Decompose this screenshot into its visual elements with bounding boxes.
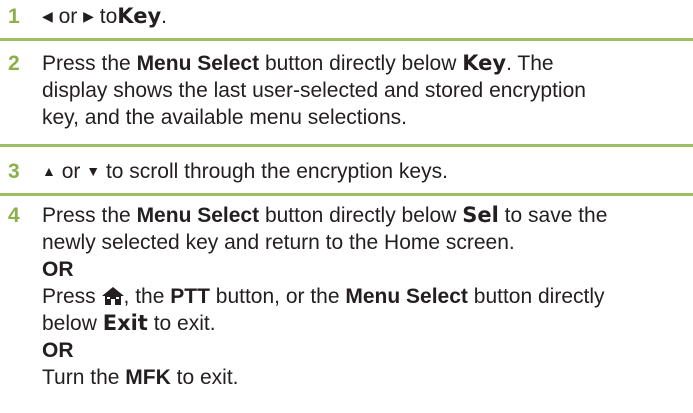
home-icon [101, 286, 124, 306]
display-text-sel: Sel [462, 203, 499, 227]
step-number: 2 [8, 52, 20, 75]
ptt-term: PTT [170, 285, 210, 308]
step-divider [0, 193, 693, 196]
down-arrow-icon: ▼ [86, 163, 101, 179]
left-arrow-icon: ◀ [42, 8, 53, 24]
menu-select-term: Menu Select [136, 204, 260, 227]
display-text-key: Key [117, 4, 162, 28]
step-number: 3 [8, 160, 20, 183]
menu-select-term: Menu Select [136, 52, 260, 75]
or-label: OR [42, 339, 74, 362]
menu-select-term: Menu Select [345, 285, 468, 308]
step-number: 4 [8, 204, 20, 227]
right-arrow-icon: ▶ [83, 8, 94, 24]
step-text: ▲ or ▼ to scroll through the encryption … [42, 160, 448, 183]
step-text: Press the Menu Select button directly be… [42, 203, 608, 389]
mfk-term: MFK [125, 366, 171, 389]
or-label: OR [42, 258, 74, 281]
step-text: ◀ or ▶ toKey. [42, 4, 167, 28]
display-text-key: Key [462, 51, 507, 75]
display-text-exit: Exit [102, 311, 148, 335]
step-number: 1 [8, 5, 20, 28]
step-text: Press the Menu Select button directly be… [42, 51, 586, 129]
up-arrow-icon: ▲ [42, 163, 56, 179]
step-divider [0, 144, 693, 147]
procedure-steps: 1 ◀ or ▶ toKey. 2 Press the Menu Select … [0, 0, 693, 413]
step-divider [0, 38, 693, 41]
